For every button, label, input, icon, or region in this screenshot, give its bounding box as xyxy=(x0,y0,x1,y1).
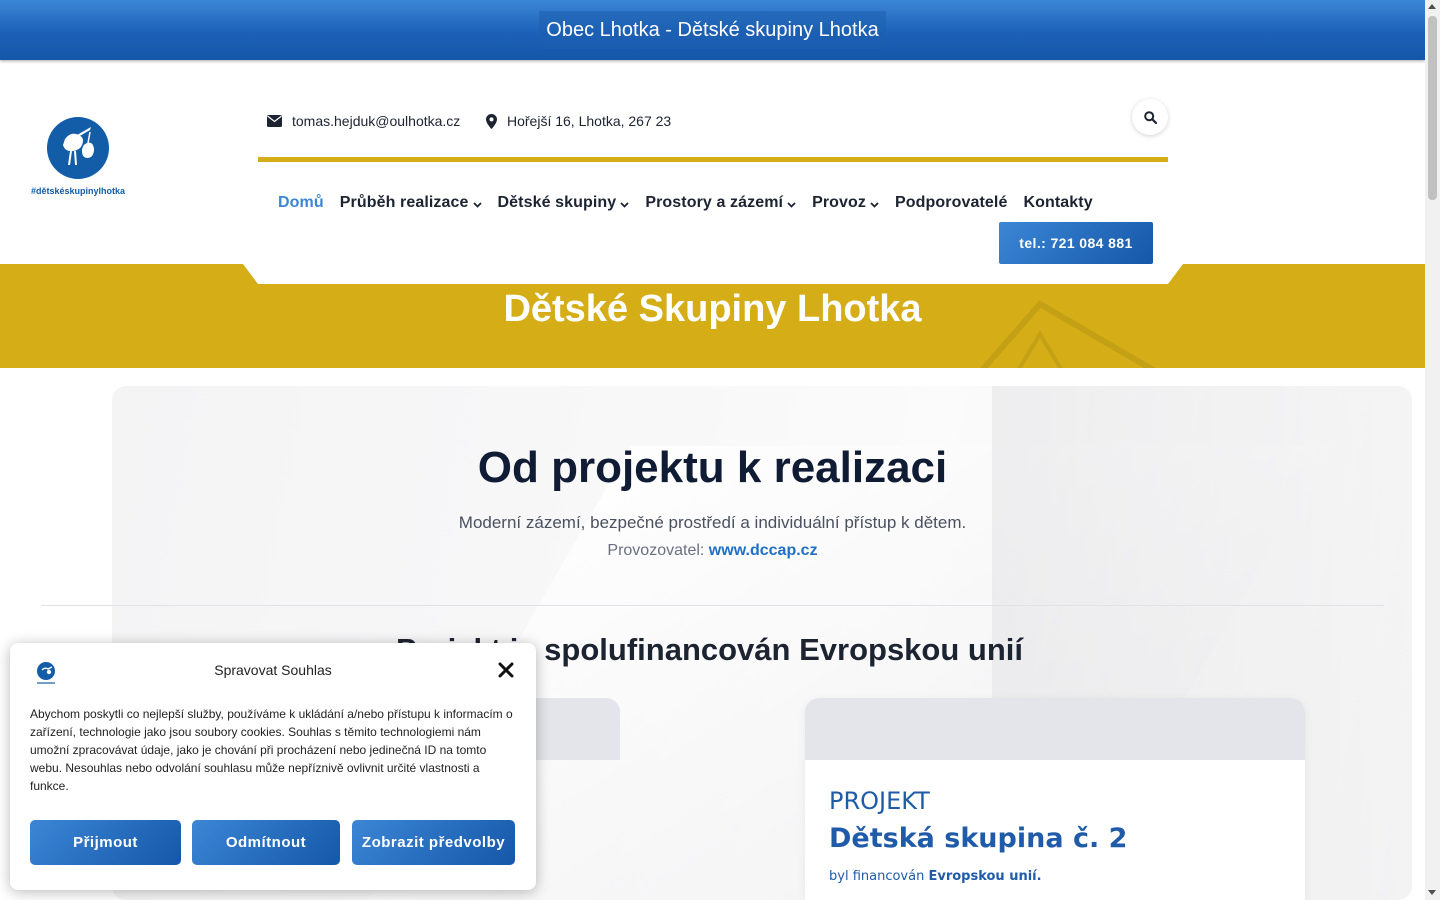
nav-item-label: Dětské skupiny xyxy=(497,194,617,211)
close-icon[interactable] xyxy=(496,660,516,680)
nav-item-label: Prostory a zázemí xyxy=(645,194,784,211)
hero-notch-right xyxy=(1168,264,1183,284)
email-text[interactable]: tomas.hejduk@oulhotka.cz xyxy=(292,113,460,129)
main-nav: Domů Průběh realizace Dětské skupiny Prosto… xyxy=(278,193,1109,213)
scroll-down-icon[interactable] xyxy=(1428,890,1436,895)
consent-title: Spravovat Souhlas xyxy=(214,662,332,678)
phone-button[interactable]: tel.: 721 084 881 xyxy=(999,222,1153,264)
accept-button[interactable]: Přijmout xyxy=(30,820,181,865)
hero-title: Dětské Skupiny Lhotka xyxy=(503,288,922,330)
nav-item-0[interactable]: Domů xyxy=(278,193,324,213)
top-banner: Obec Lhotka - Dětské skupiny Lhotka xyxy=(0,0,1425,60)
cookie-consent-dialog: Spravovat Souhlas Abychom poskytli co ne… xyxy=(10,643,536,890)
operator-line: Provozovatel: www.dccap.cz xyxy=(0,542,1425,560)
contact-address: Hořejší 16, Lhotka, 267 23 xyxy=(486,112,671,130)
nav-item-4[interactable]: Provoz xyxy=(812,193,879,213)
hero-notch xyxy=(258,264,1168,284)
address-text: Hořejší 16, Lhotka, 267 23 xyxy=(507,113,672,129)
nav-item-label: Kontakty xyxy=(1023,194,1093,211)
operator-link[interactable]: www.dccap.cz xyxy=(709,542,818,559)
card-image-band xyxy=(805,698,1305,760)
chevron-down-icon xyxy=(870,202,879,208)
consent-text: Abychom poskytli co nejlepší služby, pou… xyxy=(30,707,513,793)
nav-item-6[interactable]: Kontakty xyxy=(1023,193,1092,213)
operator-label: Provozovatel: xyxy=(607,542,705,559)
card-funding-line: byl financován Evropskou unií. xyxy=(829,869,1042,884)
page-scrollbar[interactable] xyxy=(1425,0,1440,900)
envelope-icon xyxy=(267,115,282,127)
nav-item-5[interactable]: Podporovatelé xyxy=(895,193,1007,213)
nav-item-2[interactable]: Dětské skupiny xyxy=(498,193,630,213)
decline-button[interactable]: Odmítnout xyxy=(192,820,340,865)
nav-item-1[interactable]: Průběh realizace xyxy=(340,193,482,213)
nav-item-label: Podporovatelé xyxy=(895,194,1008,211)
nav-item-label: Průběh realizace xyxy=(339,194,469,211)
logo-caption: #dětskéskupinylhotka xyxy=(30,186,126,196)
section-divider xyxy=(41,605,1384,606)
map-marker-icon xyxy=(486,113,497,129)
hero-banner: Dětské Skupiny Lhotka xyxy=(0,264,1425,368)
contact-email[interactable]: tomas.hejduk@oulhotka.cz xyxy=(267,112,460,130)
nav-item-label: Provoz xyxy=(812,194,867,211)
card-line-prefix: byl financován xyxy=(829,869,925,884)
nav-item-3[interactable]: Prostory a zázemí xyxy=(645,193,796,213)
preferences-button[interactable]: Zobrazit předvolby xyxy=(352,820,515,865)
scroll-thumb[interactable] xyxy=(1428,16,1437,200)
site-title[interactable]: Obec Lhotka - Dětské skupiny Lhotka xyxy=(539,11,886,49)
hero-notch-left xyxy=(243,264,258,284)
card-line-bold: Evropskou unií. xyxy=(928,869,1042,884)
header-divider xyxy=(258,157,1168,162)
stork-logo-icon xyxy=(47,117,109,179)
card-kicker: PROJEKT xyxy=(829,787,930,815)
chevron-down-icon xyxy=(787,202,796,208)
chevron-down-icon xyxy=(620,202,629,208)
project-card-right: PROJEKT Dětská skupina č. 2 byl financov… xyxy=(805,698,1305,900)
search-button[interactable] xyxy=(1132,99,1168,135)
site-logo[interactable]: #dětskéskupinylhotka xyxy=(27,117,129,201)
chevron-down-icon xyxy=(472,202,482,208)
section-title: Od projektu k realizaci xyxy=(477,443,948,492)
card-title: Dětská skupina č. 2 xyxy=(829,823,1128,854)
search-icon xyxy=(1143,110,1157,124)
scroll-up-icon[interactable] xyxy=(1428,4,1436,9)
section-subtitle: Moderní zázemí, bezpečné prostředí a ind… xyxy=(458,513,967,532)
nav-item-label: Domů xyxy=(278,194,324,211)
